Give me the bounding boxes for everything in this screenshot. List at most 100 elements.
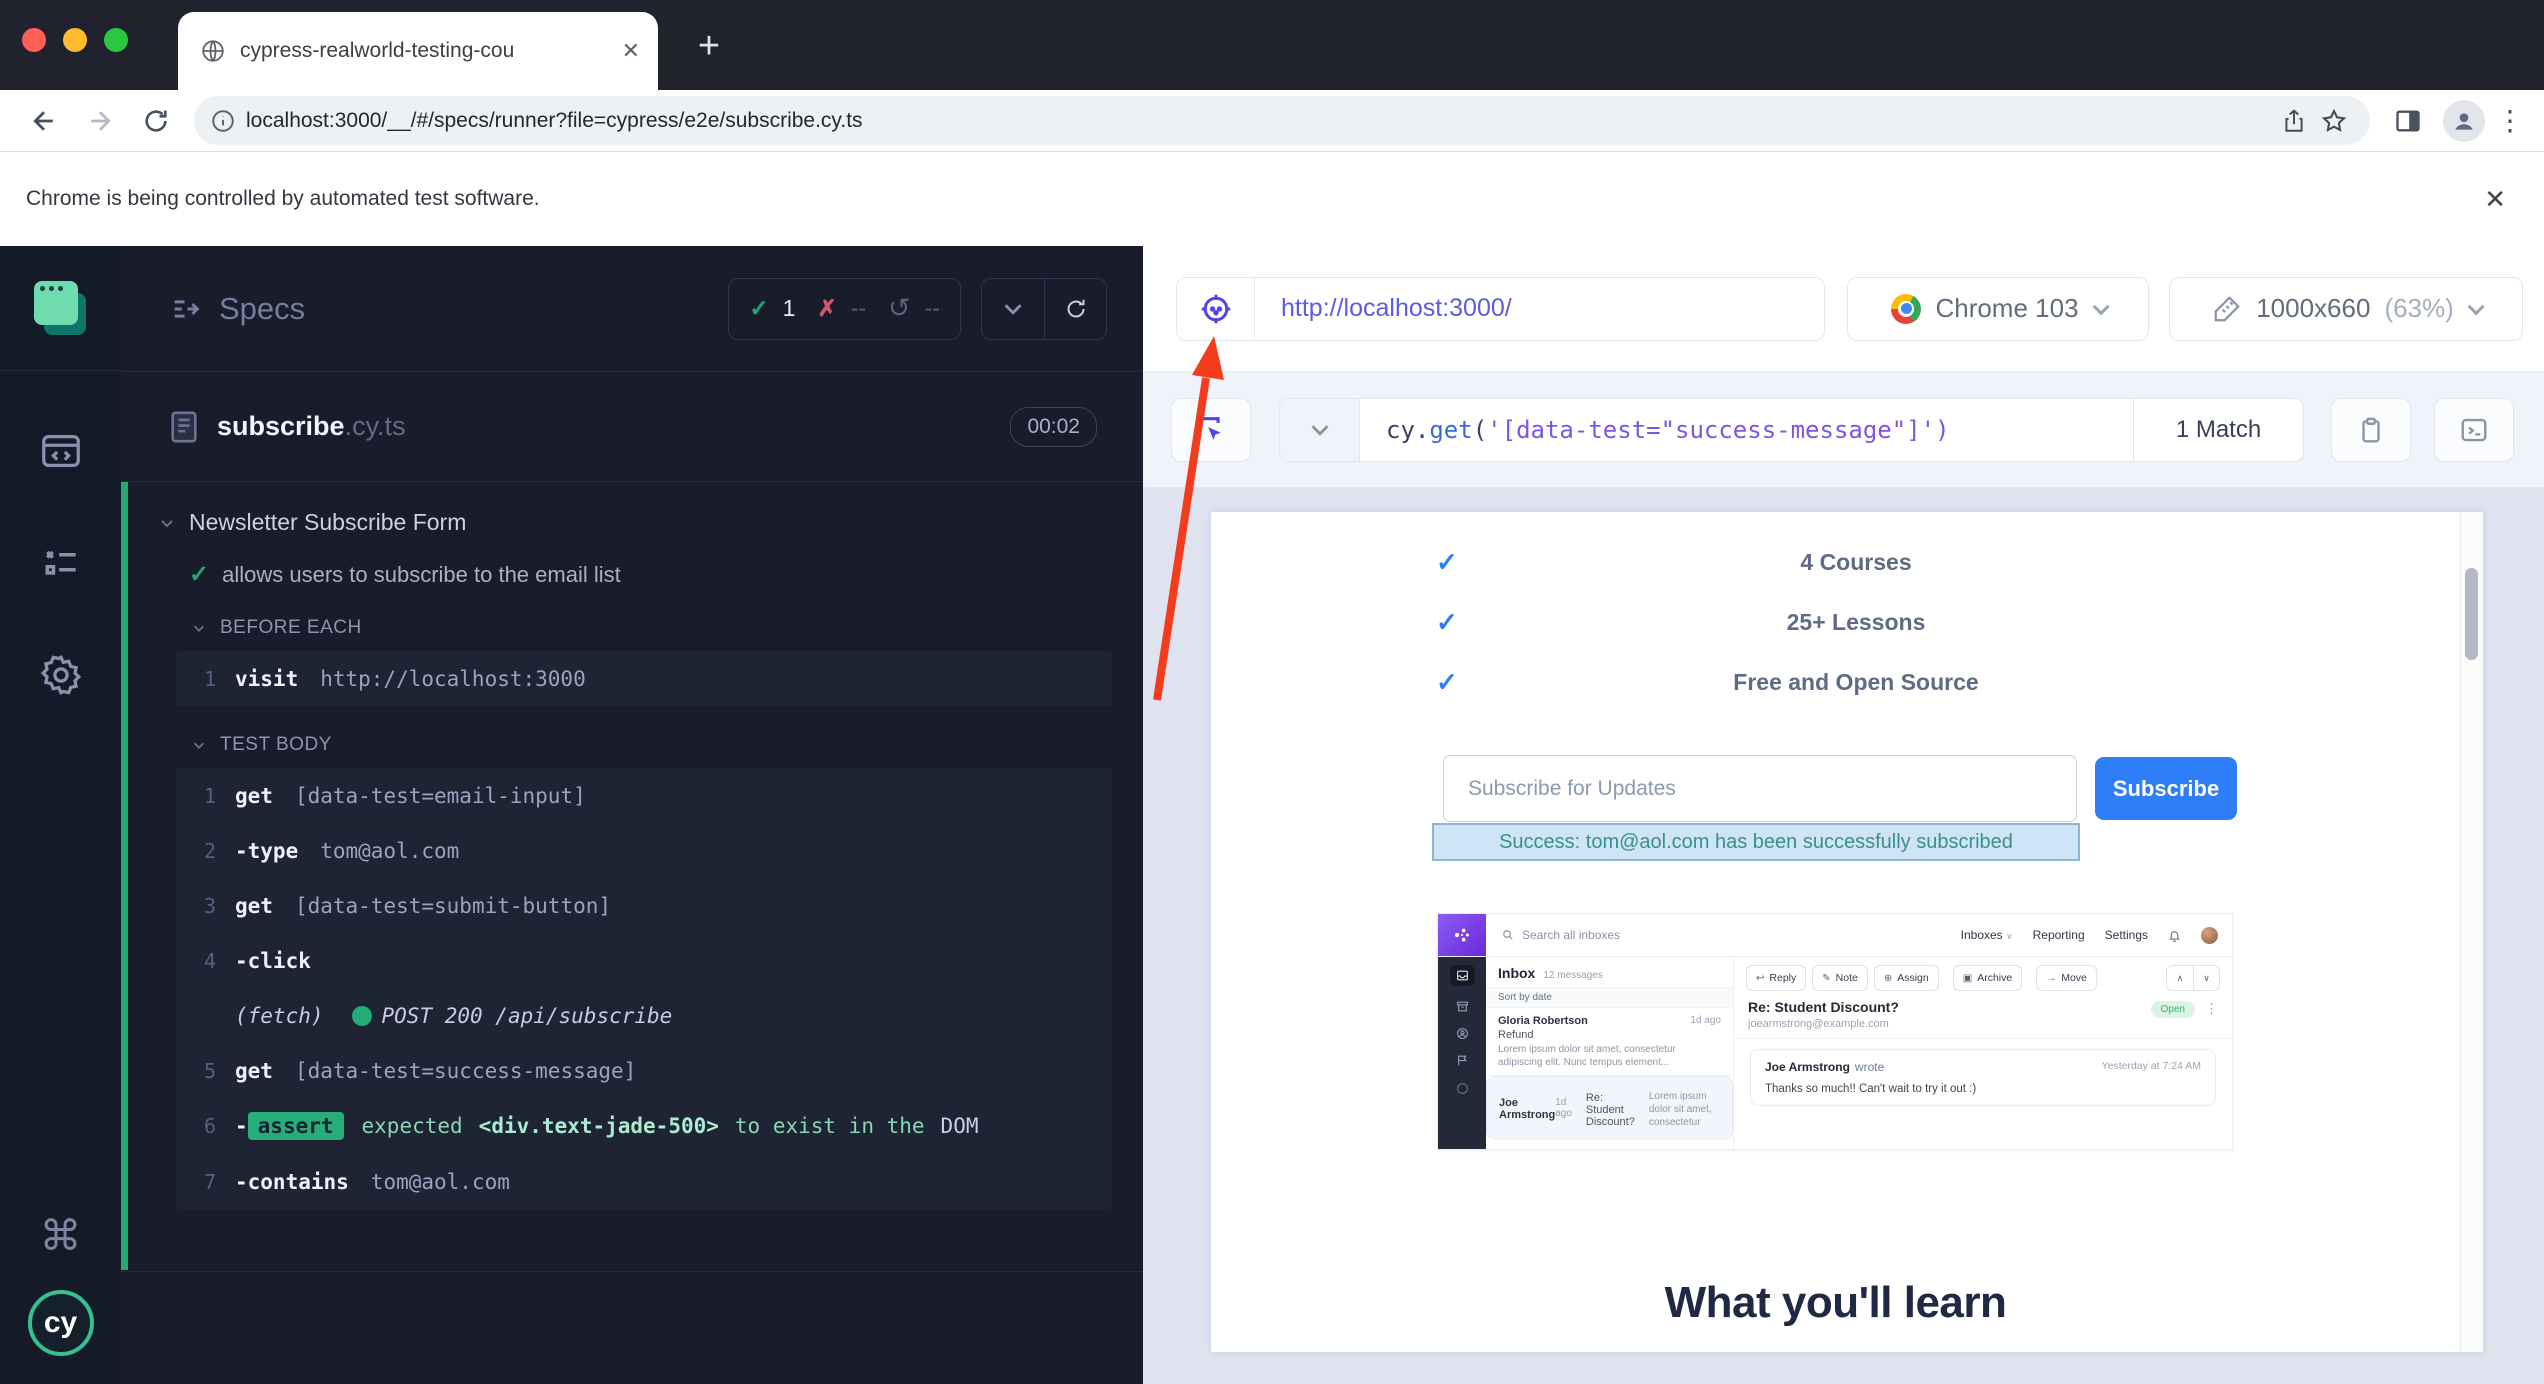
- command-row[interactable]: 1 visit http://localhost:3000: [176, 651, 1112, 706]
- help-icon[interactable]: [1456, 1081, 1469, 1094]
- command-row[interactable]: 4 -click: [176, 933, 1112, 988]
- detail-menu-icon[interactable]: ⋮: [2205, 1001, 2218, 1017]
- bookmark-star-icon[interactable]: [2314, 101, 2354, 141]
- forward-icon[interactable]: [78, 99, 122, 143]
- side-panel-icon[interactable]: [2386, 99, 2430, 143]
- test-body-toggle[interactable]: TEST BODY: [192, 734, 1119, 756]
- status-badge[interactable]: Open: [2151, 1001, 2195, 1018]
- browser-select[interactable]: Chrome 103: [1847, 277, 2149, 341]
- inbox-header: Search all inboxes Inboxes ∨ Reporting S…: [1438, 914, 2232, 957]
- flag-icon[interactable]: [1456, 1054, 1469, 1067]
- test-body-commands: 1 get [data-test=email-input] 2 -type to…: [176, 768, 1112, 1209]
- test-toggle[interactable]: ✓ allows users to subscribe to the email…: [189, 560, 1119, 589]
- close-window-button[interactable]: [22, 28, 46, 52]
- success-message-highlight: Success: tom@aol.com has been successful…: [1432, 823, 2080, 861]
- command-name: -contains: [235, 1170, 349, 1194]
- ruler-icon: [2212, 294, 2242, 324]
- tab-close-icon[interactable]: ✕: [622, 40, 640, 62]
- share-icon[interactable]: [2274, 101, 2314, 141]
- nav-reporting[interactable]: Reporting: [2033, 928, 2085, 942]
- specs-title-label: Specs: [219, 291, 305, 327]
- nav-settings[interactable]: Settings: [2105, 928, 2148, 942]
- pending-count: --: [925, 295, 940, 322]
- command-row[interactable]: 7 -contains tom@aol.com: [176, 1154, 1112, 1209]
- before-each-toggle[interactable]: BEFORE EACH: [192, 617, 1119, 639]
- reply-button[interactable]: ↩Reply: [1746, 965, 1806, 991]
- message-row[interactable]: Gloria Robertson1d ago Refund Lorem ipsu…: [1486, 1008, 1733, 1076]
- next-message-button[interactable]: ∨: [2193, 966, 2219, 990]
- zoom-window-button[interactable]: [104, 28, 128, 52]
- minimize-window-button[interactable]: [63, 28, 87, 52]
- sidebar-item-settings[interactable]: [29, 643, 93, 707]
- subscribe-email-input[interactable]: [1443, 755, 2077, 822]
- bell-icon[interactable]: [2168, 929, 2181, 942]
- scrollbar-thumb[interactable]: [2465, 568, 2478, 660]
- command-name: get: [235, 1059, 273, 1083]
- element-picker-button[interactable]: [1171, 398, 1251, 462]
- collapse-all-button[interactable]: [982, 279, 1044, 339]
- subscribe-button[interactable]: Subscribe: [2095, 757, 2237, 820]
- inbox-logo: [1438, 914, 1486, 956]
- feature-item: ✓ 4 Courses: [1211, 532, 2271, 592]
- prev-message-button[interactable]: ∧: [2167, 966, 2193, 990]
- assert-message: DOM: [941, 1114, 979, 1138]
- aut-url-input[interactable]: http://localhost:3000/: [1255, 294, 1824, 323]
- selector-method-dropdown[interactable]: [1280, 399, 1360, 461]
- inbox-search[interactable]: Search all inboxes: [1486, 914, 1961, 956]
- command-row[interactable]: 1 get [data-test=email-input]: [176, 768, 1112, 823]
- spec-file-row[interactable]: subscribe.cy.ts 00:02: [121, 372, 1143, 482]
- address-bar[interactable]: localhost:3000/__/#/specs/runner?file=cy…: [194, 96, 2370, 145]
- sidebar-item-specs[interactable]: [0, 246, 121, 371]
- move-button[interactable]: →Move: [2036, 965, 2097, 991]
- sort-by-date[interactable]: Sort by date: [1486, 987, 1733, 1008]
- keyboard-shortcuts-icon[interactable]: ⌘: [40, 1211, 82, 1260]
- selector-code-input[interactable]: cy.get('[data-test="success-message"]'): [1360, 399, 2133, 461]
- contacts-icon[interactable]: [1456, 1027, 1469, 1040]
- message-list: Inbox 12 messages Sort by date Gloria Ro…: [1486, 957, 1734, 1149]
- selector-playground-toggle[interactable]: [1177, 278, 1255, 340]
- before-each-label: BEFORE EACH: [220, 617, 362, 639]
- archive-button[interactable]: ▣Archive: [1953, 965, 2022, 991]
- passed-count: 1: [783, 295, 796, 322]
- print-to-console-button[interactable]: [2434, 398, 2514, 462]
- command-name: visit: [235, 667, 298, 691]
- browser-tab[interactable]: cypress-realworld-testing-cou ✕: [178, 12, 658, 90]
- command-name: -click: [235, 949, 311, 973]
- command-row[interactable]: 5 get [data-test=success-message]: [176, 1043, 1112, 1098]
- assert-row[interactable]: 6 - assert expected <div.text-jade-500> …: [176, 1098, 1112, 1154]
- test-stats[interactable]: ✓ 1 ✗ -- ↺ --: [728, 278, 961, 340]
- passed-spec-indicator: [121, 482, 128, 1270]
- inbox-icon[interactable]: [1450, 965, 1475, 986]
- profile-avatar[interactable]: [2442, 99, 2486, 143]
- message-row[interactable]: Joe Armstrong1d ago Re: Student Discount…: [1486, 1076, 1733, 1140]
- browser-menu-icon[interactable]: ⋮: [2492, 104, 2528, 137]
- network-event-row[interactable]: (fetch) POST 200 /api/subscribe: [176, 988, 1112, 1043]
- cypress-logo[interactable]: cy: [28, 1290, 94, 1356]
- back-icon[interactable]: [22, 99, 66, 143]
- command-row[interactable]: 3 get [data-test=submit-button]: [176, 878, 1112, 933]
- user-avatar[interactable]: [2201, 927, 2218, 944]
- site-info-icon[interactable]: [210, 108, 236, 134]
- failed-cross-icon: ✗: [817, 295, 836, 322]
- archive-icon[interactable]: [1456, 1000, 1469, 1013]
- reporter-header: Specs ✓ 1 ✗ -- ↺ --: [121, 246, 1143, 372]
- inbox-sidebar: [1438, 957, 1486, 1149]
- spec-name: subscribe: [217, 411, 345, 442]
- command-row[interactable]: 2 -type tom@aol.com: [176, 823, 1112, 878]
- reload-icon[interactable]: [134, 99, 178, 143]
- detail-email: joearmstrong@example.com: [1748, 1018, 1899, 1030]
- banner-close-icon[interactable]: ✕: [2484, 184, 2506, 215]
- rerun-tests-button[interactable]: [1044, 279, 1106, 339]
- url-text[interactable]: localhost:3000/__/#/specs/runner?file=cy…: [246, 109, 2274, 133]
- sidebar-item-runs[interactable]: [29, 531, 93, 595]
- test-passed-icon: ✓: [189, 560, 209, 589]
- nav-inboxes[interactable]: Inboxes ∨: [1961, 928, 2013, 942]
- sidebar-item-code-window[interactable]: [29, 419, 93, 483]
- suite-toggle[interactable]: Newsletter Subscribe Form: [159, 509, 1119, 536]
- note-button[interactable]: ✎Note: [1812, 965, 1868, 991]
- viewport-select[interactable]: 1000x660 (63%): [2169, 277, 2523, 341]
- copy-selector-button[interactable]: [2331, 398, 2411, 462]
- selector-input-group: cy.get('[data-test="success-message"]') …: [1279, 398, 2304, 462]
- assign-button[interactable]: ⊕Assign: [1874, 965, 1939, 991]
- new-tab-button[interactable]: +: [686, 24, 732, 70]
